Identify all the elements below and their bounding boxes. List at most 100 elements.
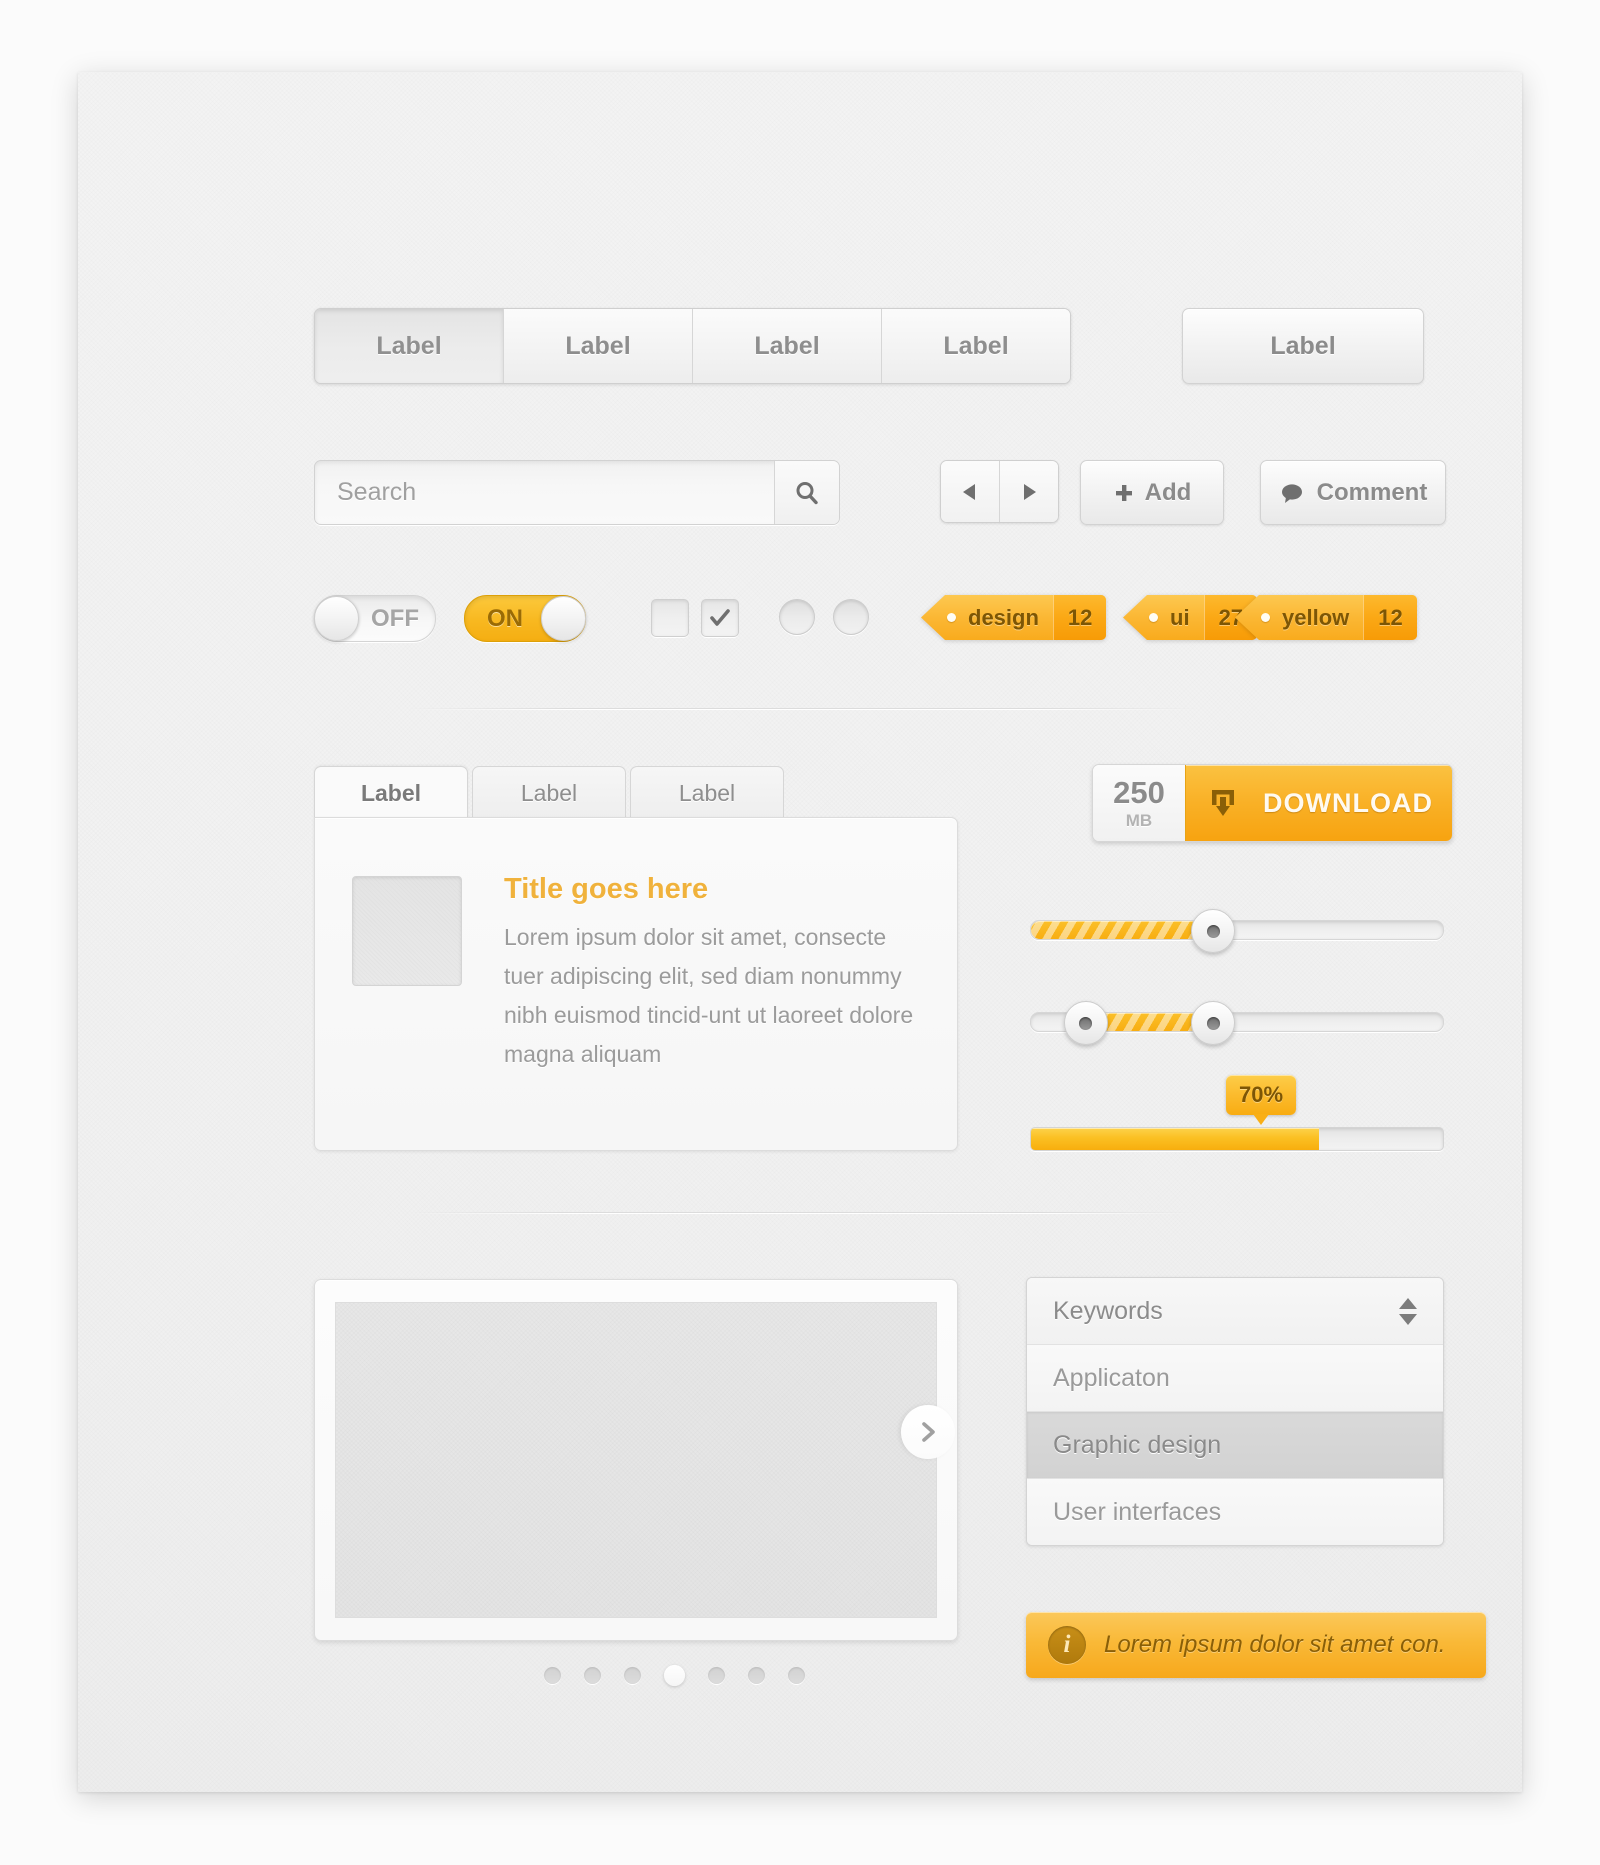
search-input[interactable]	[315, 461, 774, 524]
carousel-image-placeholder	[335, 1302, 937, 1618]
tab-label: Label	[678, 779, 736, 806]
section-divider-bottom	[408, 1212, 1198, 1214]
tag-arrow-icon	[1235, 595, 1259, 640]
segmented-control: Label Label Label Label	[314, 308, 1071, 384]
tag-yellow[interactable]: yellow 12	[1235, 595, 1417, 640]
standalone-label-button[interactable]: Label	[1182, 308, 1424, 384]
add-button-label: Add	[1144, 478, 1192, 506]
search-button[interactable]	[774, 461, 839, 524]
list-item-label: User interfaces	[1053, 1497, 1222, 1526]
download-size-badge: 250 MB	[1093, 765, 1185, 841]
segment-label: Label	[754, 331, 820, 360]
tab-label: Label	[520, 779, 578, 806]
toggle-switch-on[interactable]: ON	[464, 595, 586, 642]
progress-value-tooltip: 70%	[1226, 1075, 1296, 1125]
toggle-knob	[314, 596, 359, 641]
tab-bar: Label Label Label	[314, 766, 788, 819]
download-size-number: 250	[1113, 775, 1165, 810]
carousel-dot-active[interactable]	[664, 1665, 685, 1686]
slider-fill	[1031, 921, 1213, 939]
segment-button-1[interactable]: Label	[315, 309, 504, 383]
carousel-dots	[544, 1665, 805, 1686]
download-tray-icon	[1212, 790, 1234, 816]
carousel-next-button[interactable]	[901, 1405, 955, 1459]
listbox-header-label: Keywords	[1053, 1296, 1163, 1325]
listbox-header[interactable]: Keywords	[1027, 1278, 1443, 1345]
carousel-dot[interactable]	[624, 1667, 641, 1684]
toggle-off-label: OFF	[371, 604, 419, 632]
plus-icon	[1115, 484, 1132, 501]
range-slider[interactable]	[1030, 1001, 1444, 1045]
tab-1[interactable]: Label	[314, 766, 468, 819]
segment-label: Label	[376, 331, 442, 360]
radio-button-2[interactable]	[833, 599, 869, 635]
info-notice-bar[interactable]: i Lorem ipsum dolor sit amet con.	[1026, 1612, 1486, 1678]
add-button[interactable]: Add	[1080, 460, 1224, 525]
tab-3[interactable]: Label	[630, 766, 784, 819]
download-label: DOWNLOAD	[1263, 787, 1433, 818]
download-button[interactable]: DOWNLOAD	[1185, 765, 1452, 841]
slider-handle-high[interactable]	[1191, 1001, 1236, 1045]
tag-count: 12	[1052, 595, 1107, 640]
segmented-button-group: Label Label Label Label	[314, 308, 1071, 384]
tag-label: design	[968, 604, 1039, 630]
thumbnail-placeholder	[352, 876, 462, 986]
spinner-down-icon	[1399, 1313, 1417, 1325]
checkbox-unchecked[interactable]	[651, 599, 689, 637]
slider-handle[interactable]	[1191, 909, 1236, 953]
standalone-button-label: Label	[1270, 331, 1336, 360]
carousel-dot[interactable]	[708, 1667, 725, 1684]
progress-bar-fill	[1031, 1128, 1320, 1150]
info-icon-glyph: i	[1063, 1631, 1071, 1658]
tag-hole-icon	[1149, 613, 1158, 622]
download-size-unit: MB	[1125, 811, 1153, 830]
search-icon	[796, 481, 818, 504]
next-button[interactable]	[1000, 461, 1058, 522]
toggle-on-label: ON	[487, 604, 523, 632]
spinner-up-down-icon[interactable]	[1399, 1297, 1417, 1325]
segment-button-2[interactable]: Label	[504, 309, 693, 383]
section-divider-top	[408, 708, 1198, 710]
prev-button[interactable]	[941, 461, 1000, 522]
panel-body-text: Lorem ipsum dolor sit amet, consecte tue…	[504, 924, 914, 1067]
tag-hole-icon	[947, 613, 956, 622]
tab-2[interactable]: Label	[472, 766, 626, 819]
checkbox-checked[interactable]	[701, 599, 739, 637]
checkmark-icon	[710, 609, 730, 626]
carousel-dot[interactable]	[544, 1667, 561, 1684]
spinner-up-icon	[1399, 1297, 1417, 1309]
tag-label: yellow	[1282, 604, 1350, 630]
list-item-label: Applicaton	[1053, 1363, 1170, 1392]
speech-bubble-icon	[1281, 483, 1302, 503]
list-item-application[interactable]: Applicaton	[1027, 1345, 1443, 1412]
search-field-group	[314, 460, 840, 525]
ui-kit-page: Label Label Label Label Label Search Add…	[78, 72, 1522, 1792]
segment-button-4[interactable]: Label	[882, 309, 1070, 383]
segment-label: Label	[943, 331, 1009, 360]
notice-text: Lorem ipsum dolor sit amet con.	[1104, 1631, 1446, 1658]
comment-button[interactable]: Comment	[1260, 460, 1446, 525]
progress-value-label: 70%	[1238, 1082, 1284, 1107]
carousel-dot[interactable]	[584, 1667, 601, 1684]
tab-content-panel: Title goes here Lorem ipsum dolor sit am…	[314, 817, 958, 1151]
radio-button-1[interactable]	[779, 599, 815, 635]
download-button-group: 250 MB DOWNLOAD	[1092, 764, 1453, 842]
progress-bar	[1030, 1127, 1444, 1151]
list-item-user-interfaces[interactable]: User interfaces	[1027, 1479, 1443, 1545]
segment-button-3[interactable]: Label	[693, 309, 882, 383]
single-handle-slider[interactable]	[1030, 909, 1444, 953]
list-item-label: Graphic design	[1053, 1430, 1222, 1459]
list-item-graphic-design[interactable]: Graphic design	[1027, 1412, 1443, 1479]
tag-body: yellow 12	[1259, 595, 1417, 640]
carousel-dot[interactable]	[748, 1667, 765, 1684]
tag-arrow-icon	[1123, 595, 1147, 640]
triangle-right-icon	[1024, 483, 1036, 500]
comment-button-label: Comment	[1316, 478, 1428, 506]
tag-design[interactable]: design 12	[921, 595, 1107, 640]
toggle-switch-off[interactable]: OFF	[314, 595, 436, 642]
carousel-dot[interactable]	[788, 1667, 805, 1684]
slider-handle-low[interactable]	[1063, 1001, 1108, 1045]
toggle-knob	[541, 596, 586, 641]
tab-label: Label	[360, 779, 422, 806]
tag-hole-icon	[1261, 613, 1270, 622]
